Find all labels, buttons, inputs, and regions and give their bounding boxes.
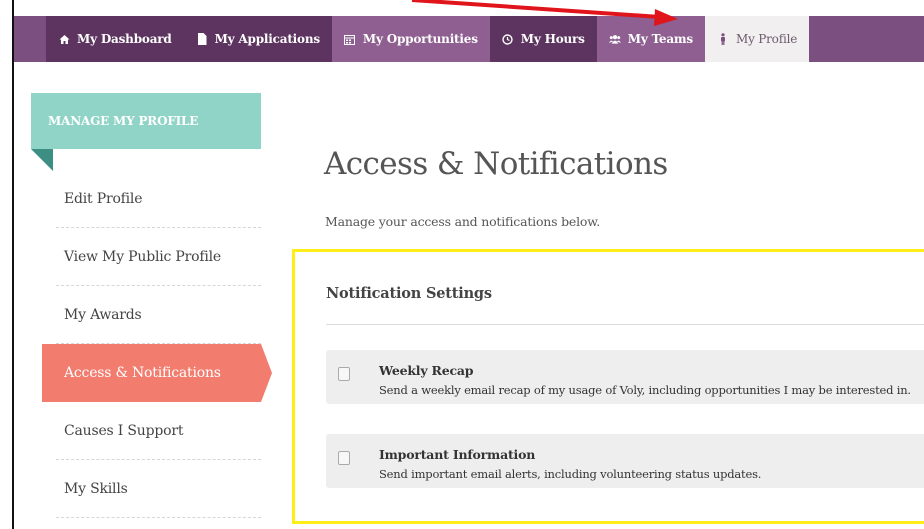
person-icon <box>717 33 729 45</box>
weekly-recap-checkbox[interactable] <box>338 367 350 381</box>
sidebar-item-view-public-profile[interactable]: View My Public Profile <box>56 228 261 286</box>
important-information-checkbox[interactable] <box>338 451 350 465</box>
nav-label: My Teams <box>627 32 693 46</box>
top-navigation: My Dashboard My Applications My Opportun… <box>14 16 924 62</box>
sidebar-heading-fold <box>31 149 53 171</box>
sidebar-item-label: Edit Profile <box>64 190 143 207</box>
nav-my-profile[interactable]: My Profile <box>704 16 810 62</box>
setting-description: Send important email alerts, including v… <box>379 467 762 481</box>
sidebar-item-label: Causes I Support <box>64 422 184 439</box>
nav-my-hours[interactable]: My Hours <box>489 16 597 62</box>
document-icon <box>196 33 208 45</box>
nav-my-dashboard[interactable]: My Dashboard <box>46 16 184 62</box>
nav-label: My Applications <box>214 32 321 46</box>
clock-icon <box>502 33 514 45</box>
sidebar-item-my-skills[interactable]: My Skills <box>56 460 261 518</box>
page-subtitle: Manage your access and notifications bel… <box>325 214 601 229</box>
sidebar-item-causes-i-support[interactable]: Causes I Support <box>56 402 261 460</box>
nav-label: My Dashboard <box>77 32 172 46</box>
panel-title: Notification Settings <box>326 285 492 302</box>
calendar-icon <box>344 33 356 45</box>
home-icon <box>58 33 70 45</box>
sidebar-item-edit-profile[interactable]: Edit Profile <box>56 170 261 228</box>
nav-label: My Hours <box>520 32 585 46</box>
page-title: Access & Notifications <box>324 146 668 182</box>
sidebar-item-label: My Skills <box>64 480 128 497</box>
nav-my-opportunities[interactable]: My Opportunities <box>331 16 490 62</box>
nav-my-applications[interactable]: My Applications <box>183 16 332 62</box>
divider <box>326 324 924 325</box>
notification-settings-panel: Notification Settings Weekly Recap Send … <box>292 249 924 524</box>
sidebar-item-access-notifications[interactable]: Access & Notifications <box>42 344 272 402</box>
setting-title: Weekly Recap <box>379 363 474 378</box>
nav-my-teams[interactable]: My Teams <box>596 16 705 62</box>
app-frame: My Dashboard My Applications My Opportun… <box>12 0 924 529</box>
nav-label: My Opportunities <box>362 32 478 46</box>
setting-weekly-recap: Weekly Recap Send a weekly email recap o… <box>326 350 924 404</box>
setting-important-information: Important Information Send important ema… <box>326 434 924 488</box>
sidebar-heading: MANAGE MY PROFILE <box>31 93 261 149</box>
team-icon <box>608 33 621 45</box>
sidebar-menu: Edit Profile View My Public Profile My A… <box>42 170 272 518</box>
sidebar-item-my-awards[interactable]: My Awards <box>56 286 261 344</box>
setting-description: Send a weekly email recap of my usage of… <box>379 383 911 397</box>
setting-title: Important Information <box>379 447 536 462</box>
sidebar-item-label: View My Public Profile <box>64 248 221 265</box>
nav-label: My Profile <box>735 32 798 46</box>
sidebar-item-label: Access & Notifications <box>64 365 221 381</box>
sidebar-item-label: My Awards <box>64 306 142 323</box>
